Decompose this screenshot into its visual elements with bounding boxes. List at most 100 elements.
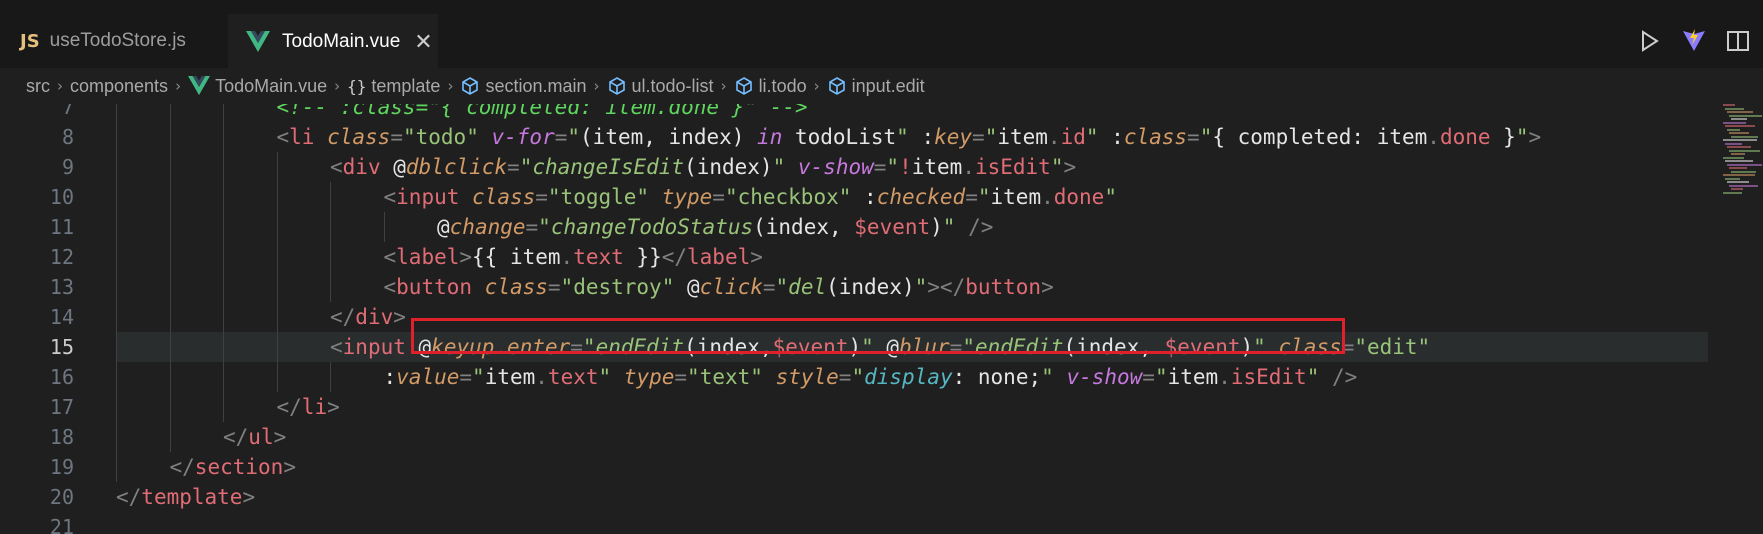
- code-line[interactable]: </ul>: [223, 422, 286, 452]
- line-number: 9: [61, 155, 74, 179]
- indent-guide: [169, 152, 171, 182]
- code-token: }: [1490, 125, 1516, 149]
- code-token: text: [573, 245, 624, 269]
- code-token: { completed: item: [1212, 125, 1428, 149]
- code-line[interactable]: <!-- :class="{ completed: item.done }" -…: [277, 104, 808, 122]
- indent-guide: [116, 152, 117, 182]
- run-icon[interactable]: [1637, 28, 1663, 54]
- breadcrumb-item-template[interactable]: {} template: [347, 76, 440, 97]
- minimap[interactable]: [1719, 104, 1763, 224]
- line-number: 21: [49, 515, 74, 534]
- code-token: =: [1142, 365, 1155, 389]
- code-token: :: [383, 365, 397, 389]
- indent-guide: [116, 182, 117, 212]
- code-token: =: [838, 365, 852, 389]
- code-token: div: [342, 155, 381, 179]
- breadcrumb-item-input[interactable]: input.edit: [827, 76, 925, 97]
- code-token: </: [169, 455, 195, 479]
- minimap-line: [1727, 146, 1751, 148]
- code-token: type: [623, 365, 675, 389]
- breadcrumb-item-li[interactable]: li.todo: [734, 76, 807, 97]
- code-line[interactable]: <button class="destroy" @click="del(inde…: [384, 272, 1054, 302]
- minimap-line: [1729, 149, 1760, 152]
- cube-icon: [828, 77, 845, 95]
- code-token: changeTodoStatus: [550, 215, 754, 239]
- code-token: "checkbox": [724, 185, 852, 209]
- code-token: <: [383, 275, 397, 299]
- code-token: .: [1218, 365, 1231, 389]
- code-line[interactable]: <label>{{ item.text }}</label>: [384, 242, 763, 272]
- code-token: ": [1085, 125, 1099, 149]
- code-token: done: [1053, 185, 1105, 209]
- code-token: style: [775, 365, 839, 389]
- code-token: ": [1154, 365, 1168, 389]
- breadcrumb-item-ul[interactable]: ul.todo-list: [607, 76, 714, 97]
- code-token: >: [459, 245, 473, 269]
- split-editor-icon[interactable]: [1725, 28, 1751, 54]
- minimap-line: [1731, 188, 1743, 190]
- indent-guide: [169, 212, 171, 242]
- code-token: type: [661, 185, 713, 209]
- code-line[interactable]: </template>: [116, 482, 255, 512]
- minimap-line: [1723, 174, 1755, 176]
- minimap-line: [1727, 111, 1753, 113]
- indent-guide: [223, 362, 224, 392]
- code-line[interactable]: @change="changeTodoStatus(index, $event)…: [437, 212, 993, 242]
- breadcrumb-item-section[interactable]: section.main: [460, 76, 587, 97]
- annotation-highlight-box: [411, 318, 1345, 354]
- code-token: ": [977, 185, 991, 209]
- breadcrumb-item-file[interactable]: TodoMain.vue: [188, 76, 327, 97]
- minimap-line: [1727, 128, 1740, 131]
- code-token: : none;: [952, 365, 1042, 389]
- vite-icon[interactable]: [1681, 28, 1707, 54]
- code-line[interactable]: <input class="toggle" type="checkbox" :c…: [384, 182, 1117, 212]
- code-line[interactable]: :value="item.text" type="text" style="di…: [384, 362, 1358, 392]
- code-editor[interactable]: 7 8 9 10 11 12 13 14 15 16 17 18 19 20 21 <!-- :class=…: [0, 104, 1763, 534]
- code-token: v-for: [491, 125, 555, 149]
- code-line[interactable]: </div>: [330, 302, 406, 332]
- indent-guide: [169, 122, 171, 152]
- indent-guide: [223, 332, 224, 362]
- code-token: >: [327, 395, 340, 419]
- indent-guide: [116, 272, 117, 302]
- code-token: <: [383, 245, 397, 269]
- cube-icon: [735, 77, 752, 95]
- code-token: display: [864, 365, 953, 389]
- tab-usetodostore[interactable]: JS useTodoStore.js: [0, 14, 228, 68]
- indent-guide: [169, 362, 171, 392]
- code-token: ": [567, 125, 581, 149]
- code-token: label: [396, 245, 460, 269]
- code-line[interactable]: <div @dblclick="changeIsEdit(index)" v-s…: [330, 152, 1076, 182]
- cube-icon: [462, 77, 479, 95]
- code-line[interactable]: </section>: [170, 452, 296, 482]
- code-token: item: [997, 125, 1048, 149]
- code-token: li: [301, 395, 328, 419]
- tab-bar: JS useTodoStore.js TodoMain.vue ✕: [0, 14, 1763, 68]
- minimap-line: [1723, 156, 1744, 159]
- code-token: "destroy": [560, 275, 675, 299]
- breadcrumb-item-components[interactable]: components: [70, 76, 168, 97]
- close-icon[interactable]: ✕: [414, 30, 432, 55]
- minimap-line: [1729, 167, 1747, 169]
- code-token: li: [289, 125, 315, 149]
- code-token: =: [712, 185, 725, 209]
- code-line[interactable]: <li class="todo" v-for="(item, index) in…: [277, 122, 1542, 152]
- code-token: @: [380, 155, 406, 179]
- indent-guide: [169, 182, 171, 212]
- tab-todomain[interactable]: TodoMain.vue ✕: [228, 14, 438, 68]
- code-line[interactable]: </li>: [277, 392, 340, 422]
- indent-guide: [169, 272, 171, 302]
- code-token: =: [507, 155, 520, 179]
- code-token: =: [674, 365, 688, 389]
- breadcrumb-item-src[interactable]: src: [26, 76, 50, 97]
- line-number: 8: [61, 125, 74, 149]
- code-token: changeIsEdit: [532, 155, 685, 179]
- code-token: ": [772, 155, 786, 179]
- code-token: ": [775, 275, 789, 299]
- code-token: ": [1199, 125, 1213, 149]
- code-token: ": [984, 125, 998, 149]
- indent-guide: [116, 302, 117, 332]
- code-token: ": [472, 365, 485, 389]
